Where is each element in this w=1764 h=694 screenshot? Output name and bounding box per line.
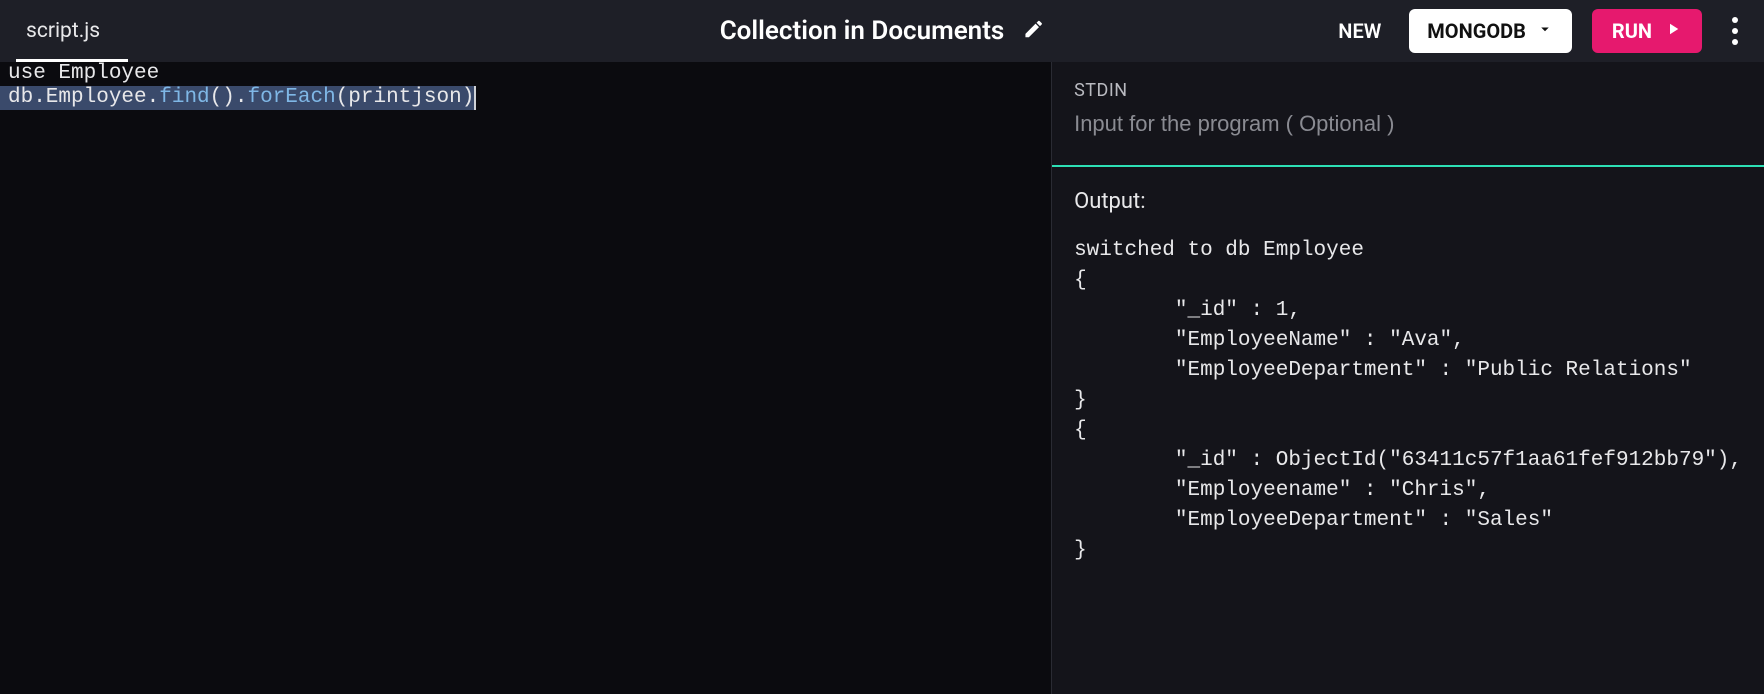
code-editor[interactable]: use Employee db.Employee.find().forEach(… (0, 62, 1051, 694)
stdin-block: STDIN (1052, 62, 1764, 167)
stdin-input[interactable] (1074, 111, 1742, 137)
output-block: Output: switched to db Employee { "_id" … (1052, 167, 1764, 694)
token-function: find (159, 86, 209, 109)
output-label: Output: (1074, 189, 1742, 214)
token-keyword: use (8, 62, 46, 85)
page-title[interactable]: Collection in Documents (720, 16, 1005, 46)
language-label: MONGODB (1427, 19, 1526, 43)
main-body: use Employee db.Employee.find().forEach(… (0, 62, 1764, 694)
tab-script-js[interactable]: script.js (16, 0, 128, 62)
token-text: Employee (46, 62, 159, 85)
header-controls: NEW MONGODB RUN (1330, 9, 1748, 53)
io-pane: STDIN Output: switched to db Employee { … (1051, 62, 1764, 694)
token-function: forEach (247, 86, 335, 109)
code-line-2-wrap: db.Employee.find().forEach(printjson) (0, 86, 1051, 110)
token-text: db.Employee. (8, 86, 159, 109)
play-icon (1664, 19, 1682, 43)
app-header: script.js Collection in Documents NEW MO… (0, 0, 1764, 62)
more-menu-icon[interactable] (1722, 11, 1748, 51)
edit-title-icon[interactable] (1022, 18, 1044, 44)
new-button[interactable]: NEW (1330, 13, 1389, 49)
code-line-1: use Employee (0, 62, 1051, 86)
chevron-down-icon (1536, 19, 1554, 43)
run-label: RUN (1612, 19, 1652, 43)
token-text: (). (210, 86, 248, 109)
token-text: (printjson) (336, 86, 475, 109)
language-select[interactable]: MONGODB (1409, 9, 1572, 53)
code-line-2: db.Employee.find().forEach(printjson) (0, 86, 476, 110)
file-tabs: script.js (16, 0, 128, 62)
stdin-label: STDIN (1074, 80, 1742, 101)
output-text: switched to db Employee { "_id" : 1, "Em… (1074, 236, 1742, 566)
run-button[interactable]: RUN (1592, 9, 1702, 53)
title-wrap: Collection in Documents (720, 16, 1045, 46)
